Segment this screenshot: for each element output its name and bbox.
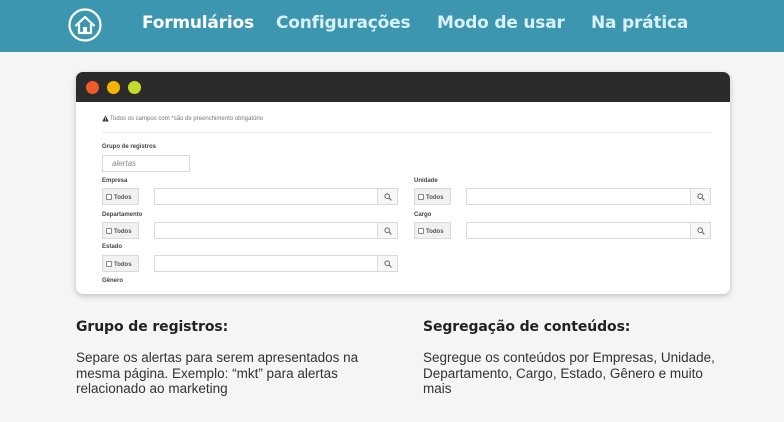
warning-icon <box>102 115 109 122</box>
window-titlebar <box>76 72 730 102</box>
estado-label: Estado <box>102 244 123 250</box>
todos-label: Todos <box>114 229 132 235</box>
checkbox-icon <box>418 228 424 234</box>
cargo-label: Cargo <box>414 212 432 218</box>
section-body-grupo: Separe os alertas para serem apresentado… <box>76 350 359 396</box>
unidade-select[interactable] <box>466 188 711 205</box>
cargo-todos-checkbox[interactable]: Todos <box>414 222 451 239</box>
checkbox-icon <box>418 194 424 200</box>
departamento-todos-checkbox[interactable]: Todos <box>102 222 139 239</box>
estado-select[interactable] <box>154 255 398 272</box>
search-icon <box>384 227 392 235</box>
groups-input[interactable]: alertas <box>102 155 190 172</box>
genero-label: Gênero <box>102 278 124 284</box>
form-body: Todos os campos com *são de preenchiment… <box>76 102 730 294</box>
section-body-segregacao: Segregue os conteúdos por Empresas, Unid… <box>423 350 715 396</box>
unidade-search-button[interactable] <box>690 189 710 204</box>
form-preview-window: Todos os campos com *são de preenchiment… <box>76 72 730 294</box>
required-fields-notice: Todos os campos com *são de preenchiment… <box>110 116 264 122</box>
estado-todos-checkbox[interactable]: Todos <box>102 255 139 272</box>
search-icon <box>384 260 392 268</box>
section-title-grupo: Grupo de registros: <box>76 319 229 335</box>
departamento-label: Departamento <box>102 212 143 218</box>
nav-formularios[interactable]: Formulários <box>142 13 254 33</box>
home-icon[interactable] <box>68 8 102 42</box>
cargo-search-button[interactable] <box>690 223 710 238</box>
checkbox-icon <box>106 228 112 234</box>
todos-label: Todos <box>426 195 444 201</box>
todos-label: Todos <box>114 195 132 201</box>
search-icon <box>384 193 392 201</box>
empresa-label: Empresa <box>102 178 128 184</box>
unidade-label: Unidade <box>414 178 438 184</box>
todos-label: Todos <box>114 262 132 268</box>
checkbox-icon <box>106 194 112 200</box>
window-close-dot <box>86 81 99 94</box>
window-minimize-dot <box>107 81 120 94</box>
cargo-select[interactable] <box>466 222 711 239</box>
top-nav: Formulários Configurações Modo de usar N… <box>0 0 784 52</box>
estado-search-button[interactable] <box>377 256 397 271</box>
section-title-segregacao: Segregação de conteúdos: <box>423 319 631 335</box>
groups-label: Grupo de registros <box>102 144 157 150</box>
departamento-search-button[interactable] <box>377 223 397 238</box>
unidade-todos-checkbox[interactable]: Todos <box>414 188 451 205</box>
empresa-search-button[interactable] <box>377 189 397 204</box>
empresa-select[interactable] <box>154 188 398 205</box>
departamento-select[interactable] <box>154 222 398 239</box>
divider <box>102 132 712 133</box>
todos-label: Todos <box>426 229 444 235</box>
nav-configuracoes[interactable]: Configurações <box>276 13 411 33</box>
checkbox-icon <box>106 261 112 267</box>
search-icon <box>697 227 705 235</box>
search-icon <box>697 193 705 201</box>
nav-na-pratica[interactable]: Na prática <box>591 13 688 33</box>
empresa-todos-checkbox[interactable]: Todos <box>102 188 139 205</box>
window-maximize-dot <box>128 81 141 94</box>
nav-modo-de-usar[interactable]: Modo de usar <box>437 13 565 33</box>
